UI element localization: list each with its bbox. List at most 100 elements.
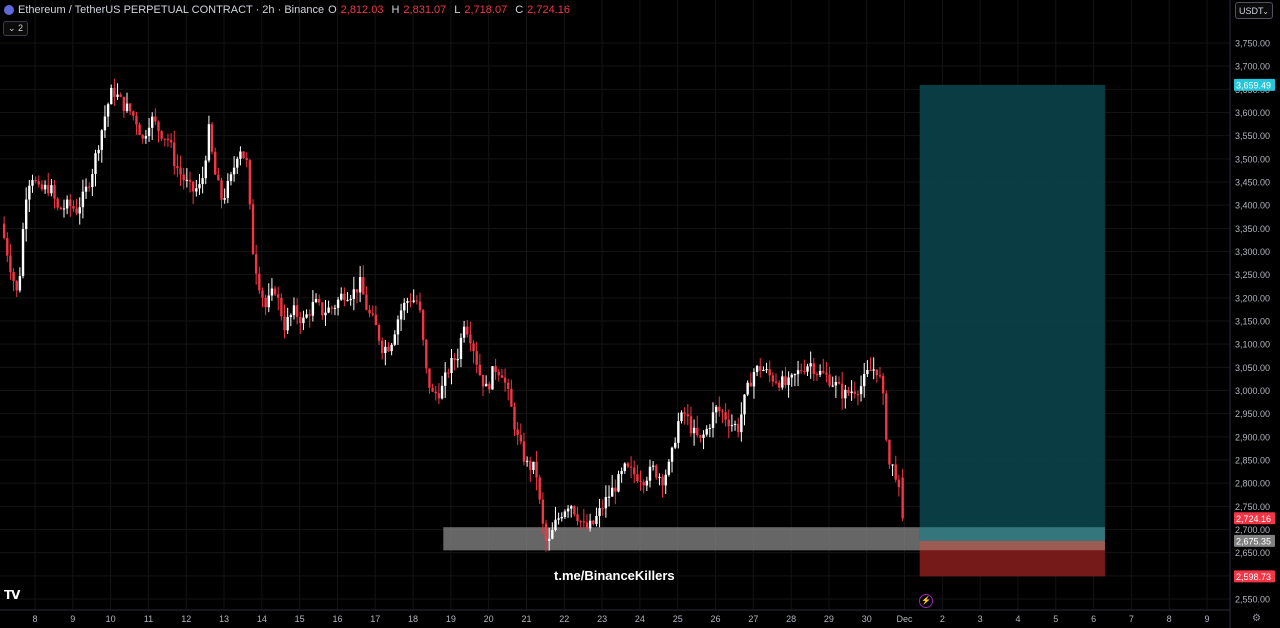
candle-body: [598, 508, 601, 517]
candle-body: [185, 179, 189, 181]
candle-body: [740, 414, 743, 433]
candle-body: [56, 198, 59, 208]
candle-body: [207, 124, 211, 161]
candle-body: [708, 427, 712, 429]
candle-body: [340, 293, 343, 300]
candle-body: [377, 325, 381, 341]
candle-body: [437, 393, 441, 399]
candle-body: [749, 382, 753, 387]
candle-body: [311, 302, 315, 316]
candle-body: [497, 371, 500, 376]
candle-body: [601, 508, 604, 510]
lightning-icon[interactable]: ⚡: [919, 594, 933, 608]
candle-body: [204, 160, 207, 179]
candle-body: [308, 314, 311, 316]
price-tick-label: 3,050.00: [1235, 363, 1270, 373]
candle-body: [431, 387, 434, 392]
candle-body: [777, 382, 781, 388]
candle-body: [299, 317, 302, 324]
candle-body: [87, 186, 91, 188]
candle-body: [336, 299, 340, 308]
candle-body: [472, 343, 475, 352]
time-tick-label: 12: [181, 614, 191, 624]
candle-body: [421, 310, 425, 340]
candle-body: [667, 461, 671, 475]
candle-body: [507, 382, 510, 389]
candle-body: [510, 388, 513, 407]
price-tick-label: 2,850.00: [1235, 456, 1270, 466]
candle-body: [403, 302, 406, 311]
candle-body: [406, 301, 409, 303]
candle-body: [384, 346, 387, 354]
candle-body: [466, 326, 469, 335]
candle-body: [718, 406, 721, 412]
long-stop-zone: [919, 550, 1105, 577]
candle-body: [755, 366, 759, 372]
candle-body: [790, 374, 793, 378]
price-tick-label: 3,550.00: [1235, 131, 1270, 141]
price-tick-label: 3,400.00: [1235, 201, 1270, 211]
candle-body: [261, 290, 264, 298]
price-tick-label: 2,950.00: [1235, 409, 1270, 419]
price-label-target: 3,659.49: [1236, 80, 1271, 90]
candle-body: [633, 467, 636, 475]
time-tick-label: 7: [1129, 614, 1134, 624]
candle-body: [97, 149, 100, 154]
candle-body: [881, 375, 885, 394]
price-tick-label: 3,450.00: [1235, 178, 1270, 188]
candle-body: [746, 382, 749, 395]
candle-body: [43, 184, 47, 190]
candle-body: [478, 364, 482, 375]
candle-body: [355, 289, 359, 293]
candle-body: [585, 522, 589, 529]
candle-body: [837, 381, 841, 384]
candle-body: [217, 174, 220, 181]
candle-body: [368, 309, 371, 314]
candle-body: [103, 116, 107, 131]
price-tick-label: 2,650.00: [1235, 548, 1270, 558]
watermark-text: t.me/BinanceKillers: [554, 568, 675, 583]
candle-body: [65, 199, 69, 209]
candle-body: [796, 370, 800, 375]
candle-body: [62, 208, 66, 210]
candle-body: [84, 186, 88, 192]
indicator-collapse-button[interactable]: ⌄ 2: [3, 21, 29, 36]
candle-body: [31, 180, 34, 186]
candle-body: [702, 434, 705, 438]
candle-body: [774, 381, 778, 383]
candle-body: [418, 301, 422, 311]
time-tick-label: 11: [144, 614, 153, 624]
time-tick-label: 22: [559, 614, 569, 624]
candle-body: [292, 305, 296, 316]
candle-body: [891, 464, 894, 466]
candle-body: [258, 273, 261, 291]
candle-body: [529, 460, 532, 470]
price-label-stop: 2,598.73: [1236, 572, 1271, 582]
tradingview-logo-icon[interactable]: 𝗧𝗩: [4, 588, 21, 602]
candle-body: [724, 412, 727, 420]
time-tick-label: 19: [446, 614, 456, 624]
time-tick-label: 9: [1204, 614, 1209, 624]
candle-body: [78, 207, 81, 214]
settings-gear-icon[interactable]: ⚙: [1252, 613, 1261, 624]
candle-body: [541, 499, 545, 524]
time-tick-label: 24: [635, 614, 645, 624]
symbol-title[interactable]: Ethereum / TetherUS PERPETUAL CONTRACT ·…: [18, 4, 324, 16]
candle-body: [349, 298, 352, 301]
candle-body: [639, 481, 642, 483]
candle-body: [828, 374, 831, 386]
price-tick-label: 3,350.00: [1235, 224, 1270, 234]
candle-body: [604, 497, 608, 509]
candle-body: [809, 363, 812, 367]
price-tick-label: 2,700.00: [1235, 525, 1270, 535]
candle-body: [254, 254, 258, 274]
price-chart[interactable]: 2,550.002,600.002,650.002,700.002,750.00…: [0, 0, 1280, 628]
candle-body: [620, 471, 623, 475]
currency-selector[interactable]: USDT ⌄: [1235, 2, 1273, 19]
candle-body: [37, 181, 40, 185]
price-tick-label: 2,550.00: [1235, 595, 1270, 605]
last-candle-body: [901, 477, 904, 519]
candle-body: [683, 412, 686, 415]
candle-body: [721, 411, 724, 413]
candle-body: [784, 376, 787, 386]
